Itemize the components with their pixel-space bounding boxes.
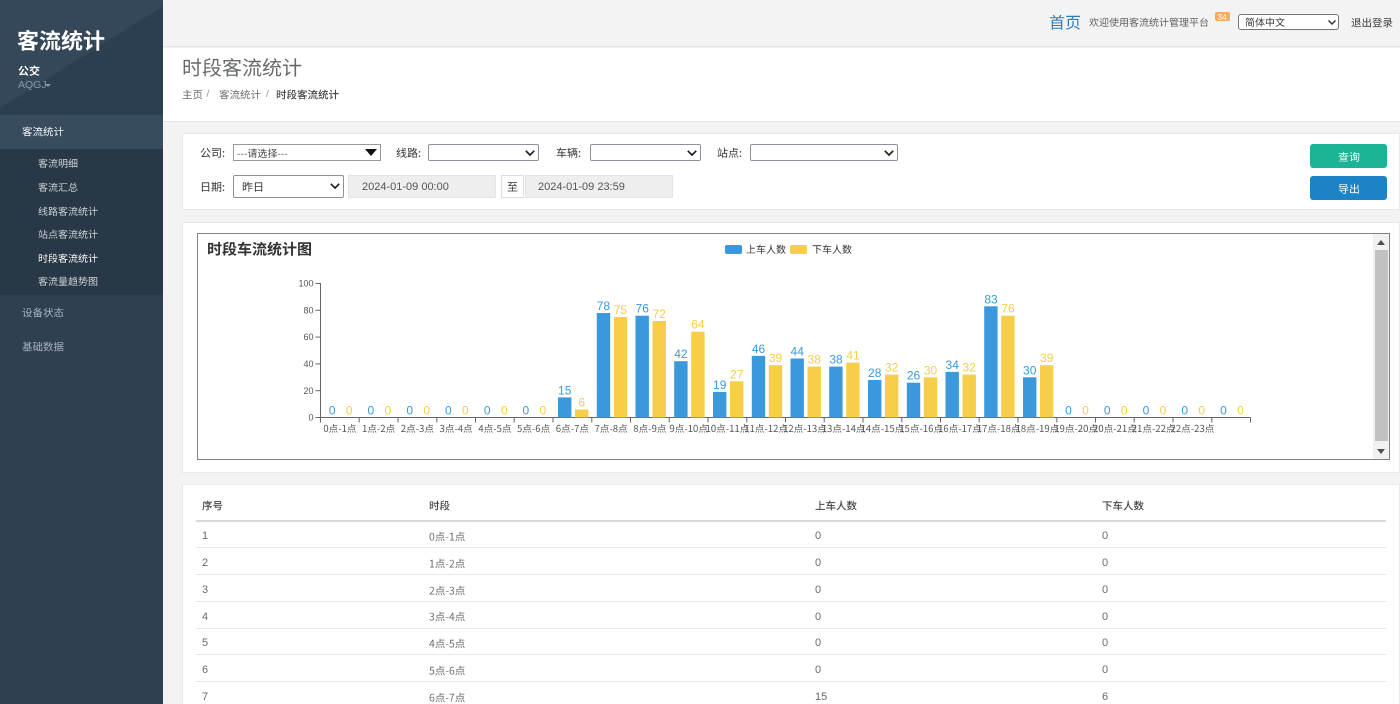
svg-text:39: 39: [1040, 351, 1054, 365]
svg-text:0: 0: [1082, 404, 1089, 418]
svg-text:0: 0: [445, 404, 452, 418]
svg-text:0: 0: [308, 413, 313, 423]
svg-text:32: 32: [963, 361, 977, 375]
svg-text:0: 0: [423, 404, 430, 418]
svg-text:27: 27: [730, 367, 744, 381]
svg-text:46: 46: [752, 342, 766, 356]
svg-text:0: 0: [1065, 404, 1072, 418]
svg-text:0: 0: [462, 404, 469, 418]
svg-text:42: 42: [674, 347, 688, 361]
svg-text:0: 0: [346, 404, 353, 418]
svg-text:83: 83: [984, 292, 998, 306]
svg-text:0: 0: [368, 404, 375, 418]
svg-text:0: 0: [1220, 404, 1227, 418]
svg-text:32: 32: [885, 361, 899, 375]
svg-text:34: 34: [946, 358, 960, 372]
svg-text:75: 75: [614, 303, 628, 317]
svg-text:38: 38: [808, 353, 822, 367]
svg-text:0: 0: [1198, 404, 1205, 418]
svg-text:0: 0: [523, 404, 530, 418]
svg-text:0: 0: [1104, 404, 1111, 418]
svg-text:64: 64: [691, 318, 705, 332]
svg-text:60: 60: [303, 332, 313, 342]
svg-text:28: 28: [868, 366, 882, 380]
svg-text:76: 76: [636, 302, 650, 316]
svg-text:80: 80: [303, 305, 313, 315]
svg-text:26: 26: [907, 369, 921, 383]
svg-text:41: 41: [846, 349, 860, 363]
svg-text:0: 0: [484, 404, 491, 418]
svg-text:0: 0: [1237, 404, 1244, 418]
svg-text:0: 0: [1121, 404, 1128, 418]
svg-text:6: 6: [578, 396, 585, 410]
svg-text:0: 0: [540, 404, 547, 418]
svg-text:0: 0: [329, 404, 336, 418]
svg-text:0: 0: [385, 404, 392, 418]
svg-text:40: 40: [303, 359, 313, 369]
svg-text:38: 38: [829, 353, 843, 367]
svg-text:78: 78: [597, 299, 611, 313]
svg-text:0: 0: [1160, 404, 1167, 418]
svg-text:30: 30: [924, 363, 938, 377]
svg-text:100: 100: [298, 279, 313, 289]
svg-text:0: 0: [1181, 404, 1188, 418]
svg-text:72: 72: [653, 307, 667, 321]
svg-text:76: 76: [1001, 302, 1015, 316]
svg-text:30: 30: [1023, 363, 1037, 377]
svg-text:0: 0: [501, 404, 508, 418]
svg-text:20: 20: [303, 386, 313, 396]
svg-text:0: 0: [406, 404, 413, 418]
svg-text:44: 44: [791, 345, 805, 359]
svg-text:0: 0: [1143, 404, 1150, 418]
svg-text:15: 15: [558, 383, 572, 397]
svg-text:19: 19: [713, 378, 727, 392]
svg-text:39: 39: [769, 351, 783, 365]
